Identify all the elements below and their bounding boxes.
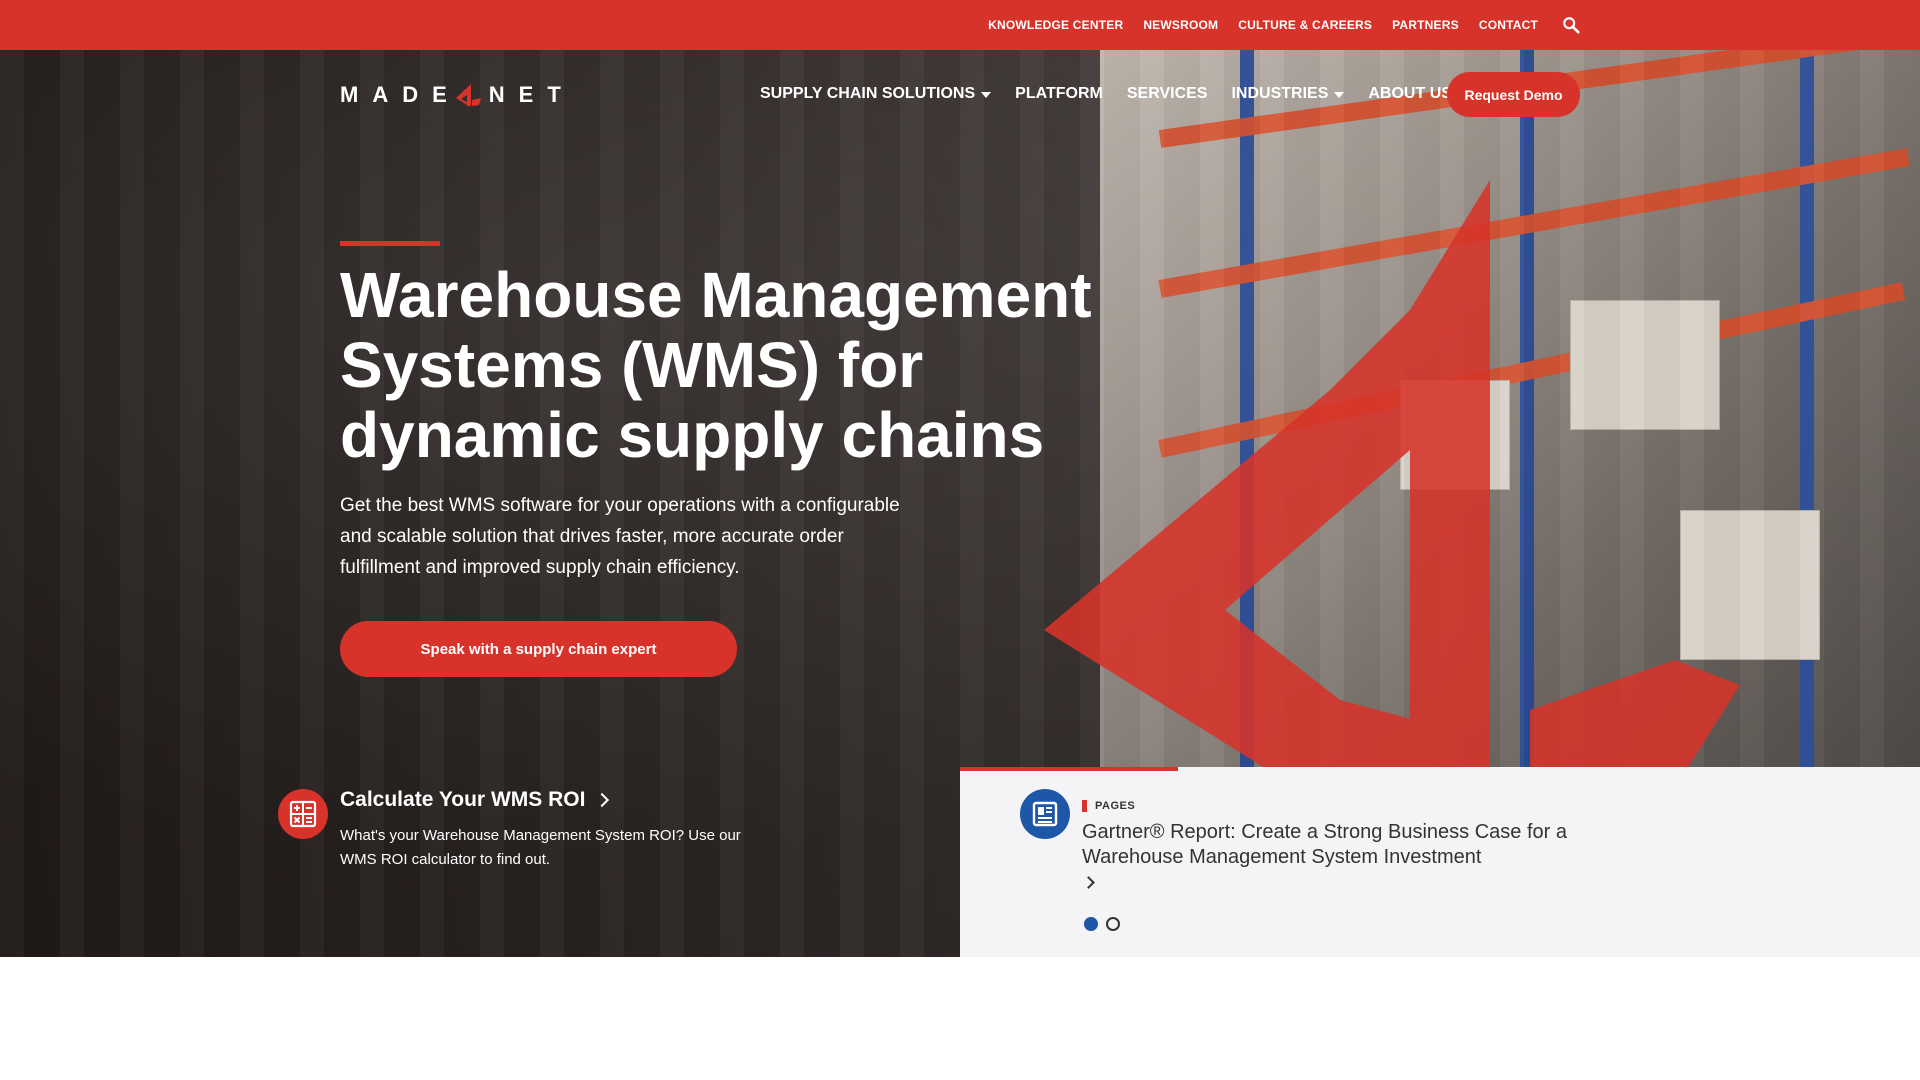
utility-link-knowledge-center[interactable]: KNOWLEDGE CENTER: [988, 18, 1123, 32]
utility-link-contact[interactable]: CONTACT: [1479, 18, 1538, 32]
roi-calculator-link[interactable]: Calculate Your WMS ROI: [340, 788, 610, 812]
logo-text-left: MADE: [340, 82, 461, 107]
nav-item-about-us[interactable]: ABOUT US: [1368, 85, 1452, 103]
hero-title: Warehouse Management Systems (WMS) for d…: [340, 259, 1092, 471]
newspaper-glyph: [1032, 801, 1058, 827]
utility-link-partners[interactable]: PARTNERS: [1392, 18, 1459, 32]
card-category-tag: PAGES: [1082, 800, 1135, 812]
chevron-right-icon[interactable]: [1082, 876, 1095, 889]
speak-with-expert-button[interactable]: Speak with a supply chain expert: [340, 621, 737, 677]
utility-nav: KNOWLEDGE CENTER NEWSROOM CULTURE & CARE…: [988, 0, 1580, 50]
calculator-glyph: [289, 800, 317, 828]
main-header: MADE NET SUPPLY CHAIN SOLUTIONS PLATFORM…: [0, 50, 1920, 136]
newspaper-icon: [1020, 789, 1070, 839]
title-accent-line: [340, 241, 440, 246]
chevron-right-icon: [595, 792, 610, 808]
nav-item-platform[interactable]: PLATFORM: [1015, 85, 1103, 103]
tag-label: PAGES: [1095, 800, 1136, 812]
caret-down-icon: [1334, 92, 1345, 98]
request-demo-button[interactable]: Request Demo: [1447, 72, 1580, 117]
nav-item-supply-chain-solutions[interactable]: SUPPLY CHAIN SOLUTIONS: [760, 85, 992, 103]
carousel-progress-bar: [960, 767, 1178, 771]
nav-label: ABOUT US: [1368, 85, 1452, 102]
logo-mark-icon: [455, 84, 481, 106]
utility-bar: KNOWLEDGE CENTER NEWSROOM CULTURE & CARE…: [0, 0, 1920, 50]
resource-title-link[interactable]: Gartner® Report: Create a Strong Busines…: [1082, 820, 1582, 870]
logo-text-right: NET: [488, 82, 575, 107]
brand-arrow-graphic: [1044, 180, 1740, 820]
utility-link-newsroom[interactable]: NEWSROOM: [1143, 18, 1218, 32]
carousel-pagination: [1084, 917, 1120, 931]
roi-description: What's your Warehouse Management System …: [340, 827, 741, 868]
roi-title-text: Calculate Your WMS ROI: [340, 788, 586, 811]
nav-label: SUPPLY CHAIN SOLUTIONS: [760, 85, 976, 102]
nav-label: INDUSTRIES: [1231, 85, 1329, 102]
carousel-dot-1[interactable]: [1084, 917, 1098, 931]
calculator-icon: [278, 789, 328, 839]
carousel-dot-2[interactable]: [1106, 917, 1120, 931]
nav-item-industries[interactable]: INDUSTRIES: [1231, 85, 1345, 103]
search-icon[interactable]: [1562, 16, 1580, 34]
resource-carousel: PAGES Gartner® Report: Create a Strong B…: [960, 767, 1920, 957]
tag-accent-bar: [1082, 800, 1087, 812]
nav-label: SERVICES: [1126, 85, 1208, 102]
nav-item-services[interactable]: SERVICES: [1127, 85, 1208, 103]
caret-down-icon: [981, 92, 992, 98]
utility-link-culture-careers[interactable]: CULTURE & CAREERS: [1238, 18, 1372, 32]
logo[interactable]: MADE NET: [340, 82, 575, 108]
hero-description: Get the best WMS software for your opera…: [340, 495, 900, 578]
primary-nav: SUPPLY CHAIN SOLUTIONS PLATFORM SERVICES…: [760, 72, 1452, 116]
nav-label: PLATFORM: [1015, 85, 1103, 102]
